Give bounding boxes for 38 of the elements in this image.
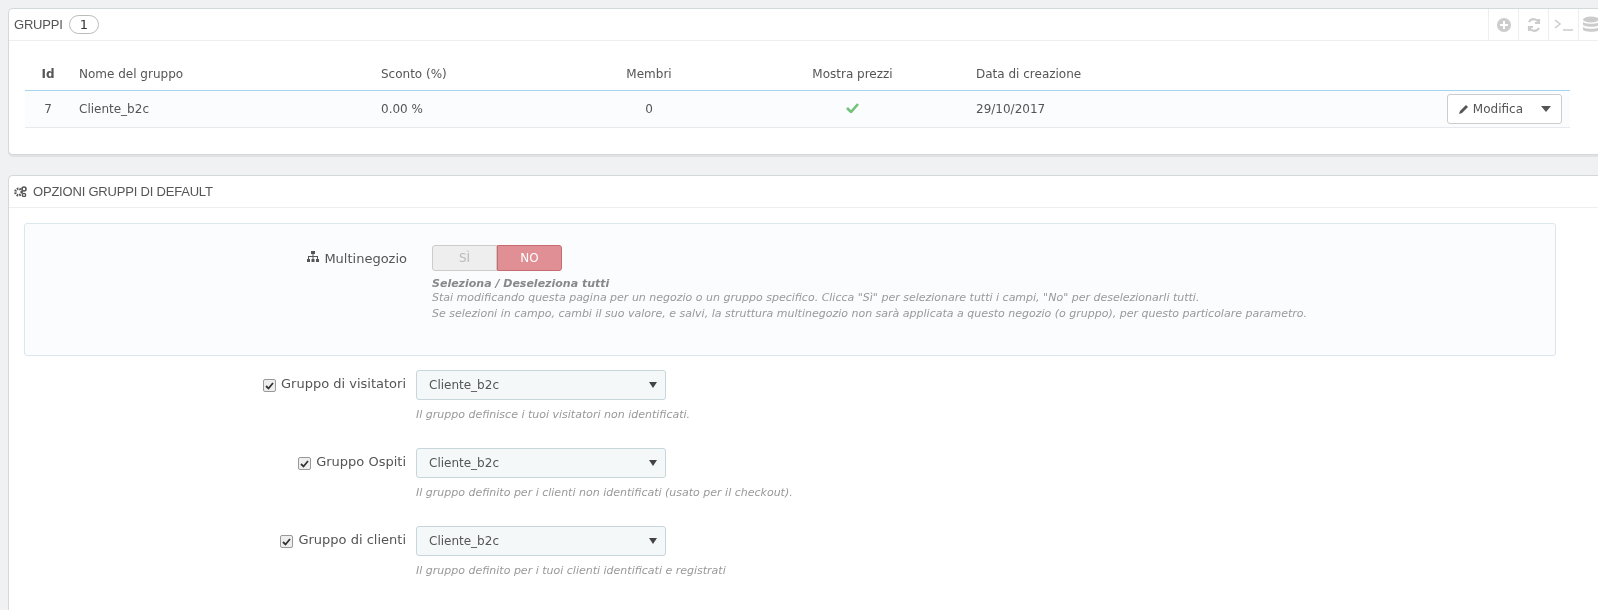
help-text: Se selezioni in campo, cambi il suo valore, e salvi, la struttura multinegozio non sarà applicata a questo negozio (o gruppo), per questo particolare parametro.	[432, 306, 1308, 322]
field-label: Gruppo di visitatori	[281, 376, 406, 391]
help-text: Il gruppo definisce i tuoi visitatori non identificati.	[416, 408, 692, 421]
select-field[interactable]: Cliente_b2c	[416, 526, 666, 556]
caret-icon	[649, 460, 657, 466]
database-icon[interactable]	[1578, 9, 1598, 40]
help-text: Il gruppo definito per i clienti non identificati (usato per il checkout).	[416, 486, 794, 499]
table-cell: 0	[561, 90, 737, 128]
table-cell: 7	[25, 90, 71, 128]
caret-icon	[649, 382, 657, 388]
table-cell: 29/10/2017	[968, 90, 1258, 128]
field-label: Gruppo Ospiti	[316, 454, 406, 469]
column-header: Mostra prezzi	[737, 55, 968, 91]
help-title: Seleziona / Deseleziona tutti	[432, 277, 611, 290]
panel-title: GRUPPI	[14, 17, 63, 32]
checkbox[interactable]	[263, 379, 276, 392]
checkbox[interactable]	[298, 457, 312, 470]
select-field[interactable]: Cliente_b2c	[416, 370, 666, 400]
field-label: Gruppo di clienti	[298, 532, 406, 547]
pencil-icon	[1457, 103, 1469, 115]
help-text: Il gruppo definito per i tuoi clienti identificati e registrati	[416, 564, 727, 577]
column-header: Nome del gruppo	[71, 55, 373, 91]
checkbox[interactable]	[280, 535, 294, 548]
table-cell: 0.00 %	[373, 90, 561, 128]
column-header: Id	[25, 55, 71, 91]
caret-icon	[649, 538, 657, 544]
field-label: Multinegozio	[324, 251, 407, 266]
table-cell: Cliente_b2c	[71, 90, 373, 128]
panel-title: OPZIONI GRUPPI DI DEFAULT	[33, 184, 213, 199]
caret-icon	[1541, 106, 1551, 112]
sitemap-icon	[307, 251, 320, 262]
column-header: Sconto (%)	[373, 55, 561, 91]
edit-button[interactable]: Modifica	[1446, 94, 1562, 124]
column-header: Data di creazione	[968, 55, 1258, 91]
gears-icon	[14, 186, 27, 197]
column-header: Membri	[561, 55, 737, 91]
select-field[interactable]: Cliente_b2c	[416, 448, 666, 478]
help-text: Stai modificando questa pagina per un negozio o un gruppo specifico. Clicca "Sì" per selezionare tutti i campi, "No" per deselezionarli tutti.	[432, 290, 1201, 306]
